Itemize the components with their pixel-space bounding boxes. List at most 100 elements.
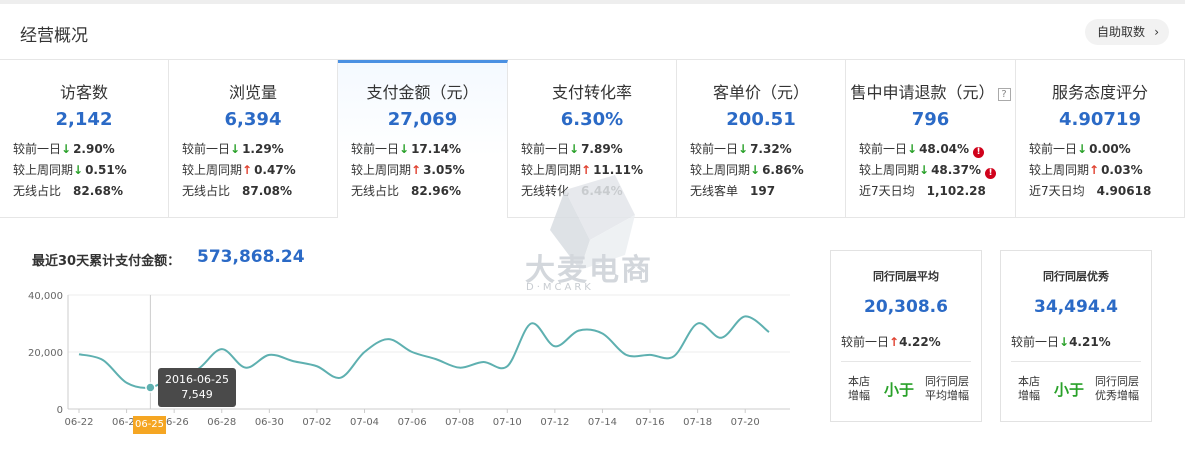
metric-row-value: 0.47% [254,163,296,177]
arrow-down-icon: ↓ [399,142,410,156]
x-axis-selected-label: 06-25 [133,416,166,434]
metric-row-label: 较前一日 [859,142,908,156]
data-point [125,381,129,385]
metric-row-label: 较前一日 [351,142,400,156]
metric-row-label: 较上周同期 [521,163,582,177]
peer-change: 较前一日↓4.21% [1011,333,1111,350]
metric-row-value: 4.90618 [1096,184,1152,198]
data-point [648,353,652,357]
metric-row-label: 无线占比 [351,184,400,198]
x-tick-label: 07-16 [636,417,665,428]
data-point [244,366,248,370]
peer-change-label: 较前一日 [1011,335,1060,349]
metric-row-value: 6.86% [762,163,804,177]
peer-growth-line1: 同行同层 [1095,375,1139,388]
metric-row-label: 较前一日 [13,142,62,156]
store-growth-label: 本店 增幅 [841,375,877,403]
data-point [577,329,581,333]
x-tick-label: 07-14 [588,417,617,428]
arrow-up-icon: ↑ [1089,163,1100,177]
metric-row: 较前一日↓ 17.14% [351,139,465,160]
metric-row: 较上周同期↑ 0.47% [182,160,296,181]
y-tick-label: 20,000 [28,348,63,359]
metric-row-value: 17.14% [411,142,462,156]
peer-change-value: 4.22% [899,335,941,349]
alert-icon: ! [985,168,997,179]
metric-row-value: 0.00% [1089,142,1131,156]
store-growth-line2: 增幅 [848,389,870,402]
metric-card-4[interactable]: 客单价（元） 200.51 较前一日↓ 7.32% 较上周同期↓ 6.86% 无线客单 197 [677,60,846,218]
data-point [743,314,747,318]
metric-row-label: 较前一日 [182,142,231,156]
metric-card-2[interactable]: 支付金额（元） 27,069 较前一日↓ 17.14% 较上周同期↑ 3.05% 无线占比 8… [338,60,508,218]
arrow-down-icon: ↓ [73,163,84,177]
alert-icon: ! [973,147,985,158]
peer-change-label: 较前一日 [841,335,890,349]
metric-value: 27,069 [387,109,458,130]
data-point [696,322,700,326]
metrics-row: 访客数 2,142 较前一日↓ 2.90% 较上周同期↓ 0.51% 无线占比 82.68% 浏… [0,60,1185,218]
metric-card-6[interactable]: 服务态度评分 4.90719 较前一日↓ 0.00% 较上周同期↑ 0.03% 近7天日均 4… [1016,60,1185,218]
metric-row-value: 87.08% [242,184,292,198]
peer-growth-line1: 同行同层 [925,375,969,388]
section-header: 经营概况 自助取数 › [0,0,1185,60]
peer-growth-line2: 平均增幅 [925,389,969,402]
metric-row: 无线占比 82.68% [13,181,127,202]
metric-card-3[interactable]: 支付转化率 6.30% 较前一日↓ 7.89% 较上周同期↑ 11.11% 无线转化 6.44… [508,60,677,218]
metric-label: 浏览量 [169,79,337,103]
metric-card-0[interactable]: 访客数 2,142 较前一日↓ 2.90% 较上周同期↓ 0.51% 无线占比 82.68% [0,60,169,218]
data-point [719,336,723,340]
arrow-down-icon: ↓ [1059,335,1070,349]
metric-row-value: 197 [750,184,776,198]
metric-row-label: 较前一日 [521,142,570,156]
metric-row-value: 1.29% [242,142,284,156]
metric-row-label: 无线客单 [690,184,739,198]
metric-row-label: 较上周同期 [690,163,751,177]
help-icon[interactable]: ? [997,88,1011,101]
chart-tooltip: 2016-06-25 7,549 [158,368,236,407]
metric-row: 较前一日↓ 48.04%! [859,139,996,160]
x-tick-label: 07-12 [540,417,569,428]
metric-label: 售中申请退款（元）? [846,79,1015,103]
x-tick-label: 06-28 [207,417,236,428]
peer-value: 20,308.6 [864,297,948,317]
metric-row: 较前一日↓ 1.29% [182,139,296,160]
data-point [553,344,557,348]
metric-row-label: 较上周同期 [351,163,412,177]
payment-line-chart[interactable]: 40,00020,000006-22 06-24 06-26 06-28 06-30 07… [0,280,800,449]
self-service-data-button[interactable]: 自助取数 › [1084,19,1169,45]
peer-title: 同行同层平均 [873,270,939,283]
section-title: 经营概况 [20,26,88,46]
metric-label-text: 浏览量 [228,83,277,102]
arrow-up-icon: ↑ [581,163,592,177]
data-point [481,360,485,364]
data-point [458,366,462,370]
peer-growth-line2: 优秀增幅 [1095,389,1139,402]
x-tick-label: 07-04 [350,417,379,428]
arrow-down-icon: ↓ [919,163,930,177]
x-tick-label: 07-10 [493,417,522,428]
peer-card-1: 同行同层优秀 34,494.4 较前一日↓4.21% 本店 增幅 小于 同行同层 优秀增幅 [1000,250,1152,422]
metric-row-value: 7.32% [750,142,792,156]
peer-title: 同行同层优秀 [1043,270,1109,283]
metric-row: 无线转化 6.44% [521,181,643,202]
metric-value: 6,394 [224,109,282,130]
metric-card-1[interactable]: 浏览量 6,394 较前一日↓ 1.29% 较上周同期↑ 0.47% 无线占比 87.08% [169,60,338,218]
metric-row-value: 48.04% [919,142,970,156]
data-point [624,353,628,357]
metric-label: 支付转化率 [508,79,676,103]
chart-total-value: 573,868.24 [197,247,305,267]
metric-row: 较上周同期↓ 48.37%! [859,160,997,181]
metric-row-value: 3.05% [423,163,465,177]
arrow-down-icon: ↓ [569,142,580,156]
arrow-up-icon: ↑ [889,335,900,349]
metric-row: 较上周同期↓ 6.86% [690,160,804,181]
metric-label: 访客数 [0,79,168,103]
metric-card-5[interactable]: 售中申请退款（元）? 796 较前一日↓ 48.04%! 较上周同期↓ 48.37%! 近7… [846,60,1016,218]
metric-rows: 较前一日↓ 7.89% 较上周同期↑ 11.11% 无线转化 6.44% [521,139,643,202]
metric-value: 200.51 [726,109,796,130]
data-point [339,376,343,380]
comparison-result: 小于 [1053,381,1084,399]
x-tick-label: 06-30 [255,417,284,428]
data-point [220,347,224,351]
